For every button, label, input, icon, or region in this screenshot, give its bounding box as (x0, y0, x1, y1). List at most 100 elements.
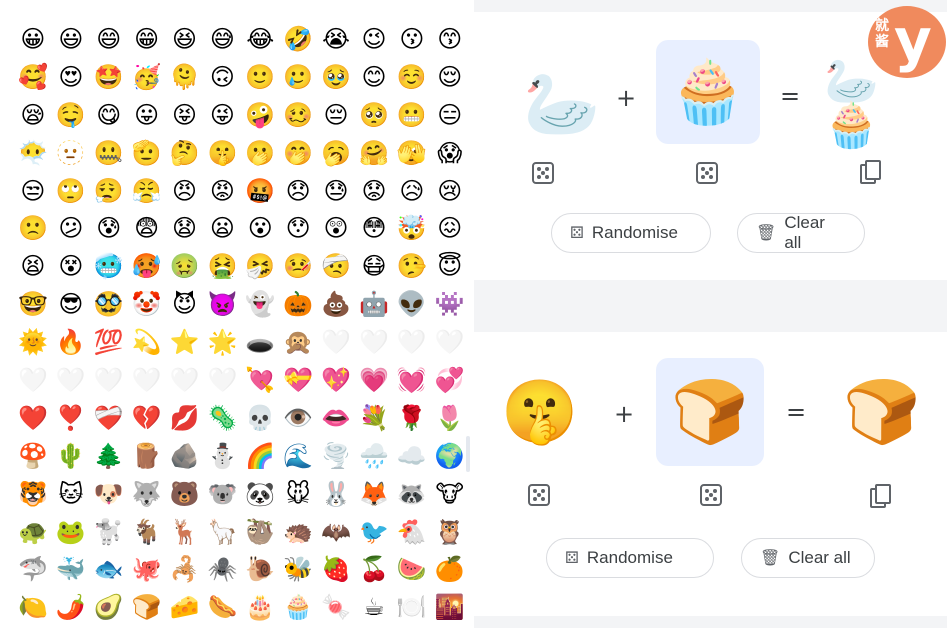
emoji-cell[interactable]: 🐝 (279, 550, 317, 588)
emoji-cell[interactable]: 🤯 (393, 209, 431, 247)
emoji-cell[interactable]: 😆 (166, 20, 204, 58)
emoji-cell[interactable]: 💩 (317, 285, 355, 323)
emoji-cell[interactable]: 😍 (52, 58, 90, 96)
dice-icon[interactable] (696, 162, 718, 184)
emoji-cell[interactable]: 🙊 (279, 323, 317, 361)
emoji-cell[interactable]: 🕳️ (241, 323, 279, 361)
emoji-cell[interactable]: 😫 (14, 247, 52, 285)
emoji-cell[interactable]: 🌊 (279, 437, 317, 475)
emoji-cell[interactable]: 🌵 (52, 437, 90, 475)
emoji-cell[interactable]: 🐨 (203, 475, 241, 513)
emoji-cell[interactable]: 🦠 (203, 399, 241, 437)
emoji-cell[interactable]: 🥱 (317, 134, 355, 172)
emoji-cell[interactable]: 😬 (393, 96, 431, 134)
dice-icon[interactable] (528, 484, 550, 506)
emoji-cell[interactable]: 😃 (52, 20, 90, 58)
emoji-cell[interactable]: 🥵 (128, 247, 166, 285)
emoji-cell[interactable]: 🫡 (128, 134, 166, 172)
emoji-cell[interactable]: 🎂 (241, 588, 279, 626)
clear-all-button[interactable]: 🗑 Clear all (741, 538, 875, 578)
emoji-cell[interactable]: 🌟 (203, 323, 241, 361)
emoji-cell[interactable]: 💘 (241, 361, 279, 399)
emoji-cell[interactable]: 😄 (90, 20, 128, 58)
emoji-cell[interactable]: 🤤 (52, 96, 90, 134)
emoji-cell[interactable]: 🥑 (90, 588, 128, 626)
emoji-cell[interactable]: ⭐ (166, 323, 204, 361)
emoji-cell[interactable]: 🤍 (431, 323, 469, 361)
emoji-cell[interactable]: 😮 (241, 209, 279, 247)
emoji-cell[interactable]: 🐺 (128, 475, 166, 513)
emoji-cell[interactable]: 🌧️ (355, 437, 393, 475)
emoji-cell[interactable]: 💫 (128, 323, 166, 361)
emoji-cell[interactable]: 🥺 (355, 96, 393, 134)
dice-icon[interactable] (700, 484, 722, 506)
emoji-cell[interactable]: 💖 (317, 361, 355, 399)
emoji-cell[interactable]: 🍊 (431, 550, 469, 588)
emoji-cell[interactable]: ☁️ (393, 437, 431, 475)
emoji-cell[interactable]: 🦉 (431, 513, 469, 551)
emoji-cell[interactable]: 🤍 (52, 361, 90, 399)
emoji-cell[interactable]: 🦝 (393, 475, 431, 513)
emoji-cell[interactable]: 😳 (355, 209, 393, 247)
emoji-cell[interactable]: 😮‍💨 (90, 172, 128, 210)
emoji-cell[interactable]: 😈 (166, 285, 204, 323)
emoji-cell[interactable]: 🤣 (279, 20, 317, 58)
emoji-cell[interactable]: 🍓 (317, 550, 355, 588)
emoji-cell[interactable]: 🤍 (166, 361, 204, 399)
emoji-cell[interactable]: 👽 (393, 285, 431, 323)
emoji-cell[interactable]: 🐔 (393, 513, 431, 551)
emoji-cell[interactable]: 🤩 (90, 58, 128, 96)
emoji-cell[interactable]: 😷 (355, 247, 393, 285)
emoji-cell[interactable]: 😟 (355, 172, 393, 210)
emoji-cell[interactable]: 🐩 (90, 513, 128, 551)
emoji-cell[interactable]: 😑 (431, 96, 469, 134)
copy-icon[interactable] (870, 484, 892, 508)
emoji-cell[interactable]: 🌹 (393, 399, 431, 437)
emoji-cell[interactable]: 💗 (355, 361, 393, 399)
emoji-cell[interactable]: 🤍 (203, 361, 241, 399)
emoji-cell[interactable]: 😪 (14, 96, 52, 134)
emoji-cell[interactable]: 🤒 (279, 247, 317, 285)
emoji-cell[interactable]: 🤓 (14, 285, 52, 323)
emoji-cell[interactable]: 😖 (431, 209, 469, 247)
emoji-cell[interactable]: 😙 (431, 20, 469, 58)
emoji-cell[interactable]: 😌 (431, 58, 469, 96)
emoji-cell[interactable]: 😥 (393, 172, 431, 210)
emoji-cell[interactable]: 👻 (241, 285, 279, 323)
emoji-cell[interactable]: 🧀 (166, 588, 204, 626)
emoji-cell[interactable]: 🤖 (355, 285, 393, 323)
emoji-cell[interactable]: 🦊 (355, 475, 393, 513)
emoji-cell[interactable]: 😁 (128, 20, 166, 58)
emoji-cell[interactable]: 🐐 (128, 513, 166, 551)
emoji-cell[interactable]: 😲 (317, 209, 355, 247)
emoji-cell[interactable]: 🥳 (128, 58, 166, 96)
emoji-cell[interactable]: 😅 (203, 20, 241, 58)
emoji-cell[interactable]: 👄 (317, 399, 355, 437)
emoji-cell[interactable]: 🤕 (317, 247, 355, 285)
emoji-cell[interactable]: 🦌 (166, 513, 204, 551)
emoji-cell[interactable]: 🐢 (14, 513, 52, 551)
emoji-cell[interactable]: 🤫 (203, 134, 241, 172)
emoji-cell[interactable]: 💝 (279, 361, 317, 399)
emoji-cell[interactable]: 🌞 (14, 323, 52, 361)
emoji-cell[interactable]: 🤐 (90, 134, 128, 172)
emoji-cell[interactable]: 🤍 (90, 361, 128, 399)
emoji-cell[interactable]: 😋 (90, 96, 128, 134)
emoji-cell[interactable]: 🫠 (166, 58, 204, 96)
emoji-cell[interactable]: 🐙 (128, 550, 166, 588)
emoji-cell[interactable]: 😭 (317, 20, 355, 58)
emoji-cell[interactable]: 😕 (52, 209, 90, 247)
emoji-cell[interactable]: 😀 (14, 20, 52, 58)
emoji-cell[interactable]: 🔥 (52, 323, 90, 361)
emoji-cell[interactable]: 🐦 (355, 513, 393, 551)
result-emoji-slot[interactable]: 🍞 (830, 360, 934, 464)
emoji-cell[interactable]: 🍉 (393, 550, 431, 588)
emoji-cell[interactable]: 🐳 (52, 550, 90, 588)
emoji-cell[interactable]: 😗 (393, 20, 431, 58)
emoji-cell[interactable]: 🤬 (241, 172, 279, 210)
emoji-cell[interactable]: 🤔 (166, 134, 204, 172)
emoji-cell[interactable]: 🥸 (90, 285, 128, 323)
emoji-cell[interactable]: 🫢 (241, 134, 279, 172)
emoji-cell[interactable]: 🦈 (14, 550, 52, 588)
emoji-cell[interactable]: 🫥 (52, 134, 90, 172)
